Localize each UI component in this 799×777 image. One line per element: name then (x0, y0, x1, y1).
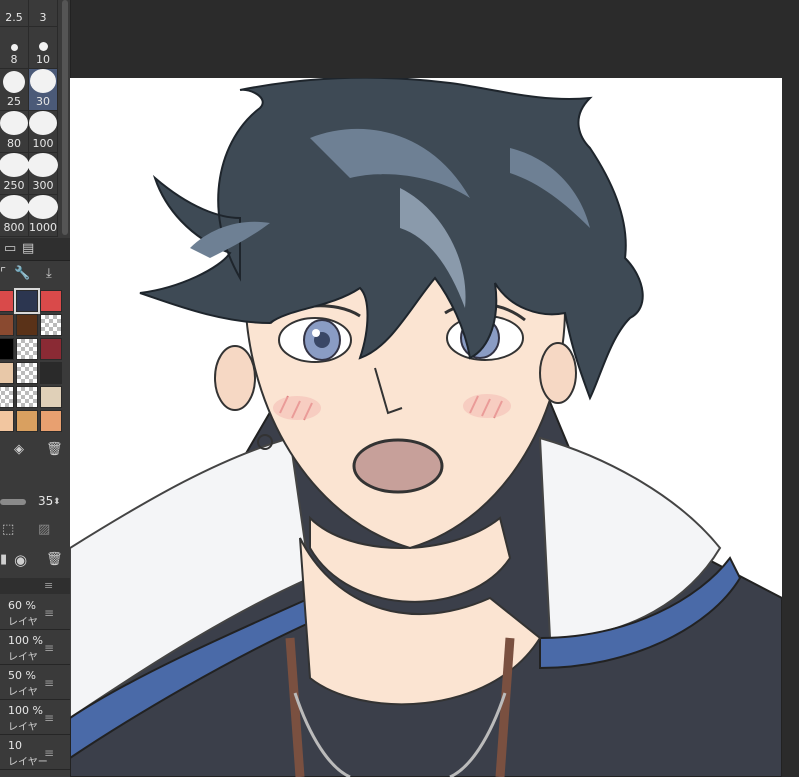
color-swatch[interactable] (0, 410, 14, 432)
brush-preview-dot (0, 195, 29, 219)
right-edge (783, 0, 799, 777)
brush-size-2.5[interactable]: 2.5 (0, 0, 29, 27)
brush-size-300[interactable]: 300 (28, 153, 58, 195)
wrench-icon[interactable]: 🔧 (14, 266, 30, 282)
drag-handle-icon[interactable]: ≡ (44, 711, 54, 725)
layer-name: レイヤ (8, 722, 38, 733)
layer-row[interactable]: 60 % レイヤ ≡ (0, 596, 70, 630)
color-swatch[interactable] (40, 338, 62, 360)
layer-color-icon[interactable]: ▮ (0, 552, 7, 568)
drag-handle-icon[interactable]: ≡ (44, 606, 54, 620)
drag-handle-icon[interactable]: ≡ (44, 641, 54, 655)
brush-size-label: 10 (36, 53, 50, 66)
mask-icon[interactable]: ▨ (38, 522, 50, 538)
layer-row[interactable]: 10 レイヤー ≡ (0, 736, 70, 770)
color-swatch[interactable] (0, 314, 14, 336)
color-swatch[interactable] (40, 314, 62, 336)
color-swatch[interactable] (16, 338, 38, 360)
left-tool-panel: 2.5 3 8 10 25 30 80 100 250 300 800 1000 ▭ ▤ ⌜ 🔧 ⤓ … (0, 0, 71, 777)
layer-opacity: 100 % (8, 634, 43, 647)
layer-row[interactable]: 100 % レイヤ ≡ (0, 701, 70, 735)
color-palette-header: ▭ ▤ (0, 238, 70, 261)
brush-size-label: 8 (10, 53, 18, 66)
brush-size-label: 300 (32, 179, 54, 192)
color-swatch[interactable] (40, 362, 62, 384)
brush-size-label: 30 (36, 95, 50, 108)
color-swatch[interactable] (14, 288, 40, 314)
character-illustration (70, 78, 782, 777)
brush-size-1000[interactable]: 1000 (28, 195, 58, 237)
layer-row[interactable]: 50 % レイヤ ≡ (0, 666, 70, 700)
layer-name: レイヤ (8, 652, 38, 663)
stepper-icon[interactable]: ⬍ (53, 494, 61, 510)
opacity-slider[interactable] (0, 499, 26, 505)
import-icon[interactable]: ⤓ (46, 266, 52, 282)
menu-icon[interactable]: ≡ (44, 578, 53, 594)
brush-size-label: 3 (39, 11, 47, 24)
brush-preview-dot (0, 111, 28, 135)
color-swatch[interactable] (16, 362, 38, 384)
brush-size-3[interactable]: 3 (29, 0, 58, 27)
trash-icon[interactable]: 🗑 (46, 442, 63, 458)
brush-size-label: 80 (7, 137, 21, 150)
layer-trash-icon[interactable]: 🗑 (46, 552, 63, 568)
color-swatch[interactable] (16, 314, 38, 336)
brush-size-80[interactable]: 80 (0, 111, 29, 153)
layer-mode-icon[interactable]: ⬚ (2, 522, 14, 538)
layer-opacity: 60 % (8, 599, 36, 612)
color-swatch[interactable] (40, 386, 62, 408)
palette-selector-icon[interactable]: ⌜ (0, 266, 6, 282)
brush-size-8[interactable]: 8 (0, 27, 29, 69)
color-swatch[interactable] (0, 338, 14, 360)
color-swatch[interactable] (40, 410, 62, 432)
brush-size-250[interactable]: 250 (0, 153, 29, 195)
drag-handle-icon[interactable]: ≡ (44, 676, 54, 690)
layer-name: レイヤ (8, 687, 38, 698)
brush-preview-dot (28, 153, 58, 177)
brush-size-25[interactable]: 25 (0, 69, 29, 111)
color-swatch[interactable] (0, 362, 14, 384)
brush-preview-dot (0, 153, 29, 177)
layer-opacity: 50 % (8, 669, 36, 682)
brush-size-label: 25 (7, 95, 21, 108)
color-swatch[interactable] (40, 290, 62, 312)
add-color-icon[interactable]: ◈ (14, 442, 24, 458)
brush-size-label: 100 (32, 137, 54, 150)
color-swatch[interactable] (0, 290, 14, 312)
brush-size-10[interactable]: 10 (29, 27, 58, 69)
brush-preview-dot (30, 69, 56, 93)
brush-size-100[interactable]: 100 (29, 111, 58, 153)
brush-size-label: 1000 (29, 221, 57, 234)
record-icon[interactable]: ◉ (14, 552, 27, 568)
brush-palette-scrollbar[interactable] (62, 0, 68, 235)
opacity-value: 35 (38, 494, 54, 508)
layer-list-header: ≡ (0, 578, 70, 594)
brush-size-label: 250 (3, 179, 25, 192)
brush-preview-dot (3, 71, 25, 93)
brush-preview-dot (29, 111, 57, 135)
brush-size-800[interactable]: 800 (0, 195, 29, 237)
layer-row[interactable]: 100 % レイヤ ≡ (0, 631, 70, 665)
drag-handle-icon[interactable]: ≡ (44, 746, 54, 760)
color-swatch[interactable] (0, 386, 14, 408)
color-swatch[interactable] (16, 386, 38, 408)
layer-name: レイヤー (8, 757, 48, 768)
brush-size-30[interactable]: 30 (29, 69, 58, 111)
layer-opacity: 10 (8, 739, 22, 752)
layer-opacity: 100 % (8, 704, 43, 717)
brush-preview-dot (10, 44, 18, 51)
panel-tab-icon[interactable]: ▭ (4, 241, 16, 257)
brush-preview-dot (28, 195, 58, 219)
brush-preview-dot (38, 42, 48, 51)
drawing-canvas[interactable] (70, 78, 782, 777)
brush-opacity-control[interactable]: 35 ⬍ (0, 490, 70, 514)
brush-size-label: 800 (3, 221, 25, 234)
brush-size-label: 2.5 (5, 11, 23, 24)
layer-name: レイヤ (8, 617, 38, 628)
color-swatch[interactable] (16, 410, 38, 432)
filmstrip-icon[interactable]: ▤ (22, 241, 34, 257)
